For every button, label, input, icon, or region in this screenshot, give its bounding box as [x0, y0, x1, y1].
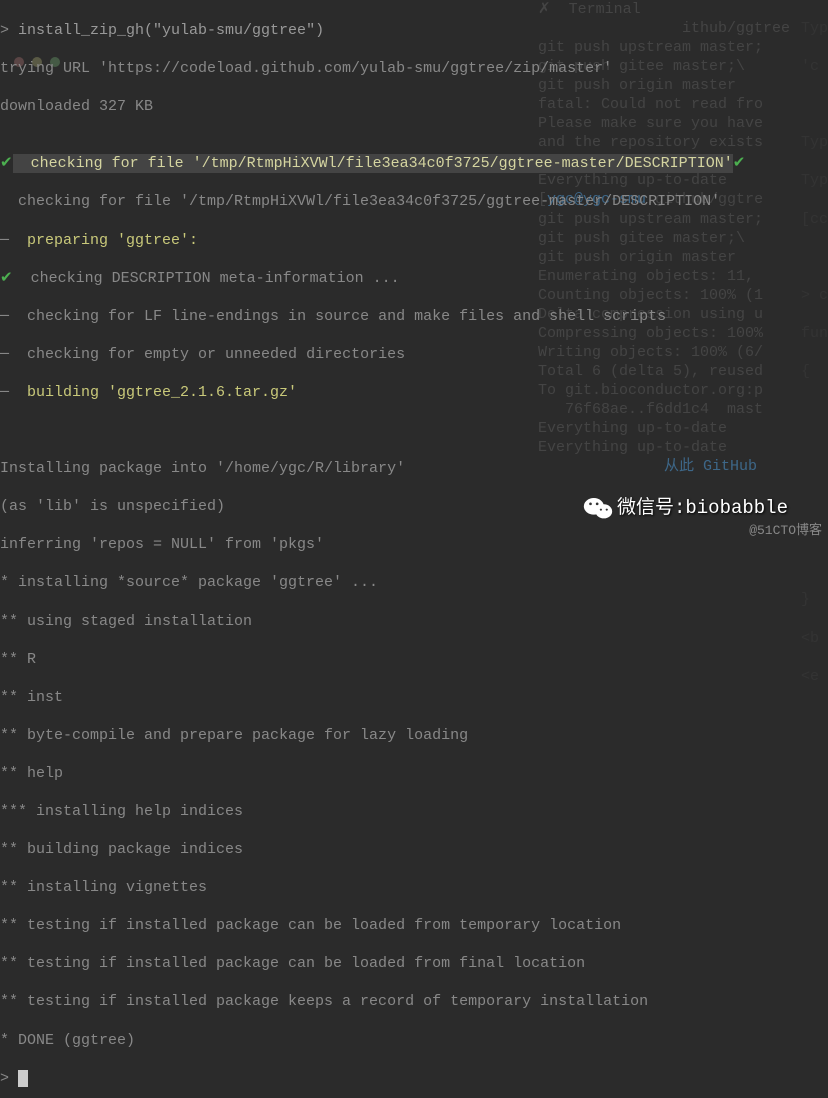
output-line: ** testing if installed package can be l… — [0, 916, 828, 935]
output-line: ** building package indices — [0, 840, 828, 859]
check-icon: ✔ — [0, 270, 13, 287]
output-line: building 'ggtree_2.1.6.tar.gz' — [9, 384, 297, 401]
cursor-icon — [18, 1070, 28, 1087]
output-line: ** testing if installed package keeps a … — [0, 992, 828, 1011]
check-icon: ✔ — [0, 155, 13, 172]
wechat-label: 微信号:biobabble — [617, 496, 788, 520]
output-line: downloaded 327 KB — [0, 97, 828, 116]
output-line: * DONE (ggtree) — [0, 1031, 828, 1050]
dash-icon: ─ — [0, 232, 9, 249]
output-line: * installing *source* package 'ggtree' .… — [0, 573, 828, 592]
output-line: ** using staged installation — [0, 612, 828, 631]
output-line: trying URL 'https://codeload.github.com/… — [0, 59, 828, 78]
output-line: preparing 'ggtree': — [9, 232, 198, 249]
highlighted-path: checking for file '/tmp/RtmpHiXVWl/file3… — [13, 154, 733, 173]
output-line — [0, 421, 828, 440]
r-prompt: > — [0, 1070, 18, 1087]
wechat-watermark: 微信号:biobabble — [583, 495, 788, 521]
dash-icon: ─ — [0, 308, 9, 325]
output-line: inferring 'repos = NULL' from 'pkgs' — [0, 535, 828, 554]
output-line: *** installing help indices — [0, 802, 828, 821]
dash-icon: ─ — [0, 384, 9, 401]
command-text: install_zip_gh("yulab-smu/ggtree") — [18, 22, 324, 39]
check-icon: ✔ — [733, 155, 746, 172]
output-line: ** help — [0, 764, 828, 783]
r-prompt: > — [0, 22, 18, 39]
output-line: checking for LF line-endings in source a… — [9, 308, 666, 325]
output-line: Installing package into '/home/ygc/R/lib… — [0, 459, 828, 478]
output-line: ** installing vignettes — [0, 878, 828, 897]
main-terminal[interactable]: > install_zip_gh("yulab-smu/ggtree") try… — [0, 0, 828, 549]
output-line: ** R — [0, 650, 828, 669]
output-line: checking for file '/tmp/RtmpHiXVWl/file3… — [0, 192, 828, 211]
cto-watermark: @51CTO博客 — [749, 523, 822, 540]
dash-icon: ─ — [0, 346, 9, 363]
output-line: ** inst — [0, 688, 828, 707]
output-line: ** byte-compile and prepare package for … — [0, 726, 828, 745]
output-line: checking for empty or unneeded directori… — [9, 346, 405, 363]
output-line: ** testing if installed package can be l… — [0, 954, 828, 973]
output-line: checking DESCRIPTION meta-information ..… — [13, 270, 400, 287]
wechat-icon — [583, 495, 613, 521]
